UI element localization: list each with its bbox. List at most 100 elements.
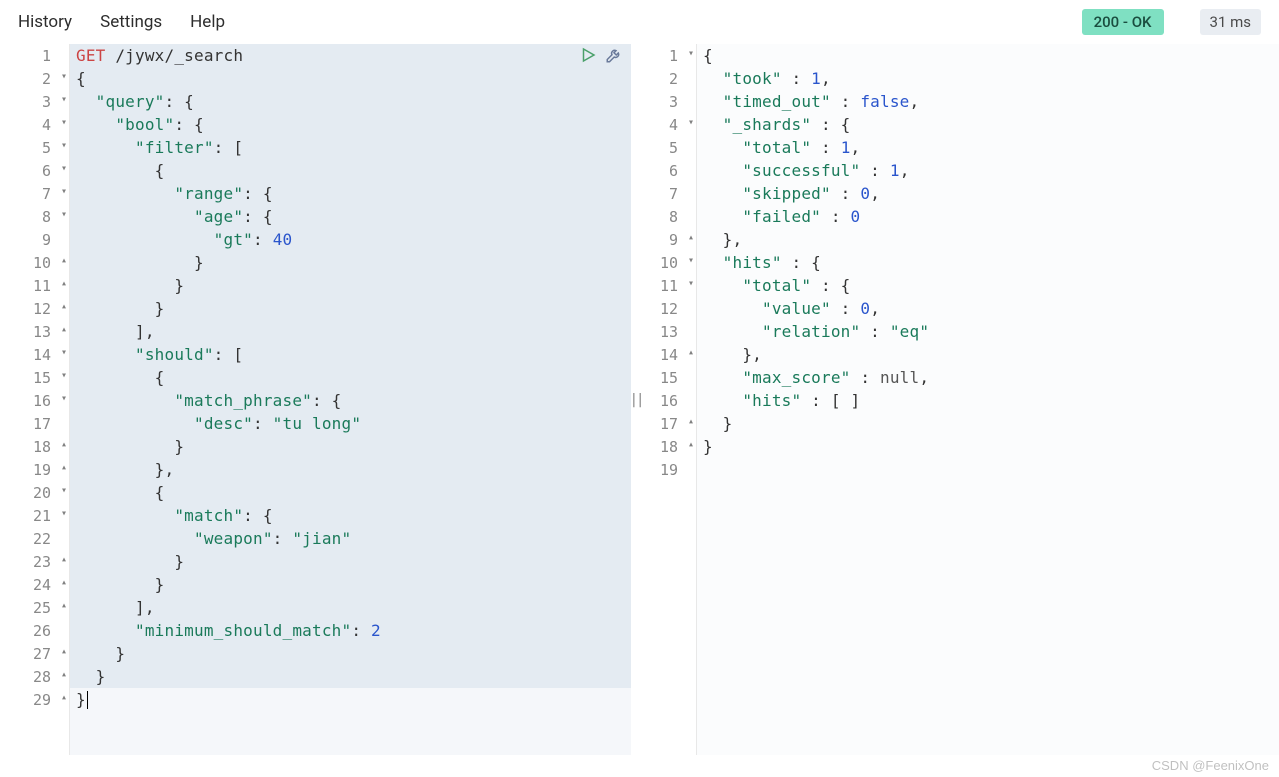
fold-close-icon[interactable]: ▴ — [61, 439, 67, 450]
gutter-line: 11▴ — [0, 274, 69, 297]
gutter-line: 2 — [641, 67, 696, 90]
response-gutter: 1▾234▾56789▴10▾11▾121314▴151617▴18▴19 — [641, 44, 697, 755]
gutter-line: 18▴ — [0, 435, 69, 458]
code-line[interactable]: } — [70, 274, 631, 297]
wrench-icon[interactable] — [605, 46, 623, 68]
gutter-line: 10▴ — [0, 251, 69, 274]
fold-close-icon[interactable]: ▴ — [688, 232, 694, 243]
gutter-line: 5▾ — [0, 136, 69, 159]
code-line[interactable]: { — [70, 481, 631, 504]
fold-open-icon[interactable]: ▾ — [61, 508, 67, 519]
code-line[interactable]: ], — [70, 596, 631, 619]
code-line: "skipped" : 0, — [697, 182, 1279, 205]
code-line[interactable]: "gt": 40 — [70, 228, 631, 251]
fold-open-icon[interactable]: ▾ — [61, 485, 67, 496]
fold-open-icon[interactable]: ▾ — [688, 48, 694, 59]
code-line[interactable]: "range": { — [70, 182, 631, 205]
fold-close-icon[interactable]: ▴ — [61, 278, 67, 289]
gutter-line: 29▴ — [0, 688, 69, 711]
request-pane: 12▾3▾4▾5▾6▾7▾8▾910▴11▴12▴13▴14▾15▾16▾171… — [0, 44, 631, 755]
fold-open-icon[interactable]: ▾ — [688, 117, 694, 128]
code-line[interactable]: "filter": [ — [70, 136, 631, 159]
fold-close-icon[interactable]: ▴ — [61, 324, 67, 335]
menu-help[interactable]: Help — [190, 12, 225, 32]
fold-open-icon[interactable]: ▾ — [61, 140, 67, 151]
code-line[interactable]: { — [70, 67, 631, 90]
fold-close-icon[interactable]: ▴ — [61, 577, 67, 588]
gutter-line: 16▾ — [0, 389, 69, 412]
code-line[interactable]: ], — [70, 320, 631, 343]
gutter-line: 8 — [641, 205, 696, 228]
gutter-line: 26 — [0, 619, 69, 642]
gutter-line: 21▾ — [0, 504, 69, 527]
fold-close-icon[interactable]: ▴ — [61, 692, 67, 703]
gutter-line: 3▾ — [0, 90, 69, 113]
run-icon[interactable] — [579, 46, 597, 68]
code-line[interactable]: GET /jywx/_search — [70, 44, 631, 67]
code-line[interactable]: "minimum_should_match": 2 — [70, 619, 631, 642]
code-line[interactable]: "match_phrase": { — [70, 389, 631, 412]
code-line[interactable]: }, — [70, 458, 631, 481]
code-line[interactable]: } — [70, 688, 631, 711]
fold-open-icon[interactable]: ▾ — [61, 117, 67, 128]
response-viewer: { "took" : 1, "timed_out" : false, "_sha… — [697, 44, 1279, 755]
fold-open-icon[interactable]: ▾ — [688, 278, 694, 289]
code-line[interactable]: } — [70, 251, 631, 274]
fold-close-icon[interactable]: ▴ — [61, 255, 67, 266]
fold-open-icon[interactable]: ▾ — [688, 255, 694, 266]
code-line[interactable]: } — [70, 642, 631, 665]
fold-close-icon[interactable]: ▴ — [61, 600, 67, 611]
code-line[interactable]: { — [70, 159, 631, 182]
code-line[interactable]: "bool": { — [70, 113, 631, 136]
code-line[interactable]: "age": { — [70, 205, 631, 228]
gutter-line: 9 — [0, 228, 69, 251]
fold-open-icon[interactable]: ▾ — [61, 163, 67, 174]
gutter-line: 12▴ — [0, 297, 69, 320]
code-line[interactable]: } — [70, 435, 631, 458]
fold-open-icon[interactable]: ▾ — [61, 393, 67, 404]
fold-close-icon[interactable]: ▴ — [61, 646, 67, 657]
fold-open-icon[interactable]: ▾ — [61, 370, 67, 381]
fold-open-icon[interactable]: ▾ — [61, 94, 67, 105]
menu-settings[interactable]: Settings — [100, 12, 162, 32]
fold-close-icon[interactable]: ▴ — [61, 669, 67, 680]
gutter-line: 4▾ — [0, 113, 69, 136]
code-line: { — [697, 44, 1279, 67]
code-line[interactable]: } — [70, 297, 631, 320]
fold-close-icon[interactable]: ▴ — [61, 301, 67, 312]
gutter-line: 3 — [641, 90, 696, 113]
fold-open-icon[interactable]: ▾ — [61, 347, 67, 358]
gutter-line: 28▴ — [0, 665, 69, 688]
code-line[interactable]: } — [70, 665, 631, 688]
code-line[interactable]: "should": [ — [70, 343, 631, 366]
code-line[interactable]: } — [70, 550, 631, 573]
gutter-line: 14▴ — [641, 343, 696, 366]
fold-close-icon[interactable]: ▴ — [61, 462, 67, 473]
gutter-line: 19 — [641, 458, 696, 481]
pane-splitter[interactable]: || — [631, 44, 641, 755]
code-line[interactable]: "match": { — [70, 504, 631, 527]
request-gutter: 12▾3▾4▾5▾6▾7▾8▾910▴11▴12▴13▴14▾15▾16▾171… — [0, 44, 70, 755]
menu-history[interactable]: History — [18, 12, 72, 32]
text-cursor — [87, 691, 88, 709]
code-line[interactable]: "weapon": "jian" — [70, 527, 631, 550]
fold-close-icon[interactable]: ▴ — [688, 439, 694, 450]
gutter-line: 25▴ — [0, 596, 69, 619]
fold-open-icon[interactable]: ▾ — [61, 71, 67, 82]
gutter-line: 10▾ — [641, 251, 696, 274]
code-line[interactable]: } — [70, 573, 631, 596]
fold-close-icon[interactable]: ▴ — [61, 554, 67, 565]
code-line: } — [697, 412, 1279, 435]
code-line: "hits" : { — [697, 251, 1279, 274]
fold-close-icon[interactable]: ▴ — [688, 416, 694, 427]
fold-open-icon[interactable]: ▾ — [61, 186, 67, 197]
fold-close-icon[interactable]: ▴ — [688, 347, 694, 358]
gutter-line: 23▴ — [0, 550, 69, 573]
status-badge: 200 - OK — [1082, 9, 1164, 35]
request-editor[interactable]: GET /jywx/_search{ "query": { "bool": { … — [70, 44, 631, 755]
code-line[interactable]: { — [70, 366, 631, 389]
gutter-line: 9▴ — [641, 228, 696, 251]
code-line[interactable]: "query": { — [70, 90, 631, 113]
fold-open-icon[interactable]: ▾ — [61, 209, 67, 220]
code-line[interactable]: "desc": "tu long" — [70, 412, 631, 435]
